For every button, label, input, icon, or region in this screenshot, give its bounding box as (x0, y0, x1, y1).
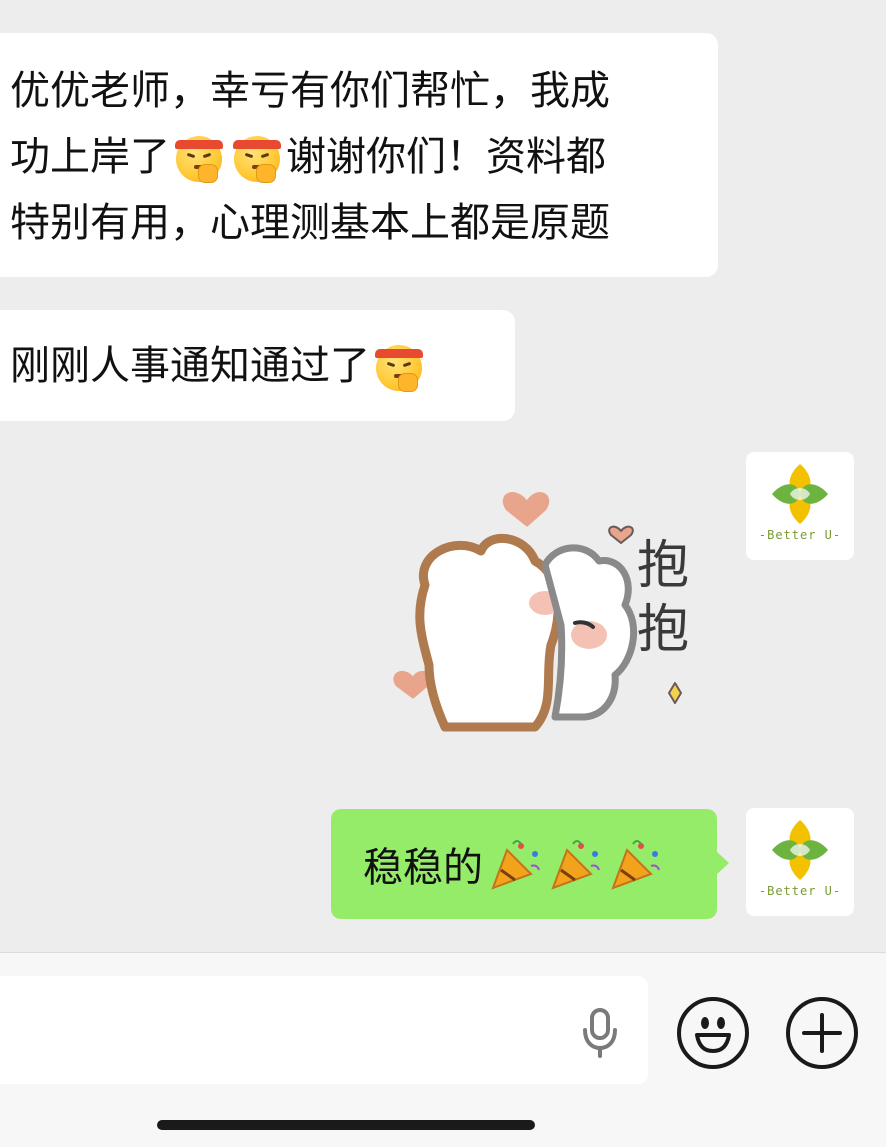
chat-area: 优优老师，幸亏有你们帮忙，我成 功上岸了 谢谢你们！资料都 特别有用，心理测基本… (0, 0, 886, 952)
bubble-tail (716, 851, 729, 875)
message-line: 特别有用，心理测基本上都是原题 (10, 190, 718, 256)
message-text: 优优老师，幸亏有你们帮忙，我成 (10, 68, 610, 114)
headband-face-emoji (372, 339, 426, 393)
microphone-icon[interactable] (580, 1008, 620, 1058)
avatar[interactable]: -Better U- (746, 452, 854, 560)
plus-icon (802, 1013, 842, 1053)
avatar[interactable]: -Better U- (746, 808, 854, 916)
better-u-logo-icon (772, 820, 828, 880)
message-text: 谢谢你们！资料都 (286, 134, 606, 180)
headband-face-emoji (230, 130, 284, 184)
plus-button[interactable] (786, 997, 858, 1069)
message-line: 功上岸了 谢谢你们！资料都 (10, 124, 718, 190)
incoming-message-bubble[interactable]: 刚刚人事通知通过了 (0, 310, 515, 421)
message-line: 优优老师，幸亏有你们帮忙，我成 (10, 58, 718, 124)
brand-text: -Better U- (758, 884, 842, 898)
message-input[interactable] (0, 976, 648, 1084)
message-text: 刚刚人事通知通过了 (10, 343, 370, 389)
hugging-bears-sticker[interactable]: 抱抱 (385, 465, 725, 735)
better-u-logo-icon (772, 464, 828, 524)
party-popper-emoji (551, 840, 600, 890)
message-text: 特别有用，心理测基本上都是原题 (10, 200, 610, 246)
brand-text: -Better U- (758, 528, 842, 542)
outgoing-message-bubble[interactable]: 稳稳的 (331, 809, 729, 919)
home-indicator[interactable] (157, 1120, 535, 1130)
message-text: 功上岸了 (10, 134, 170, 180)
input-bar (0, 952, 886, 1147)
message-text: 稳稳的 (363, 845, 483, 891)
incoming-message-bubble[interactable]: 优优老师，幸亏有你们帮忙，我成 功上岸了 谢谢你们！资料都 特别有用，心理测基本… (0, 33, 718, 277)
headband-face-emoji (172, 130, 226, 184)
party-popper-emoji (611, 840, 660, 890)
emoji-button[interactable] (677, 997, 749, 1069)
sticker-text: 抱抱 (637, 536, 689, 660)
message-line: 刚刚人事通知通过了 (10, 333, 515, 399)
party-popper-emoji (491, 840, 540, 890)
emoji-icon (695, 1017, 731, 1053)
